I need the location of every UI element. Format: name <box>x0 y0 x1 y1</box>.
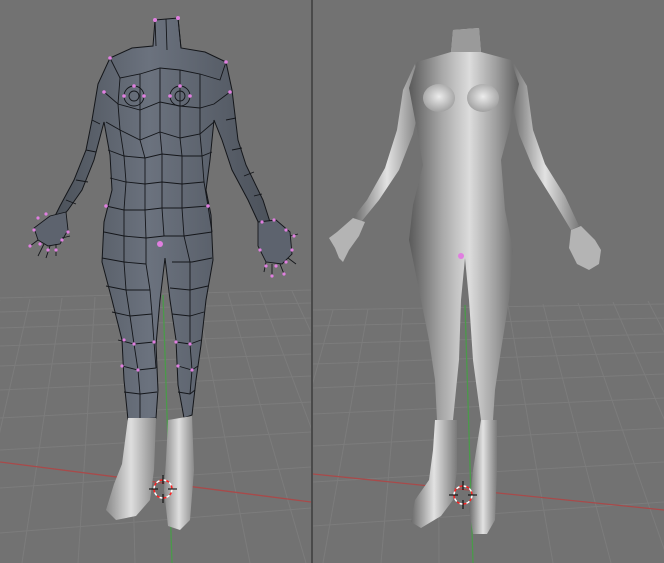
viewport-canvas-right[interactable] <box>313 0 664 563</box>
viewport-canvas-left[interactable] <box>0 0 311 563</box>
3d-view-split <box>0 0 664 563</box>
object-origin-icon <box>458 253 464 259</box>
viewport-edit-mode[interactable] <box>0 0 311 563</box>
viewport-object-mode[interactable] <box>313 0 664 563</box>
